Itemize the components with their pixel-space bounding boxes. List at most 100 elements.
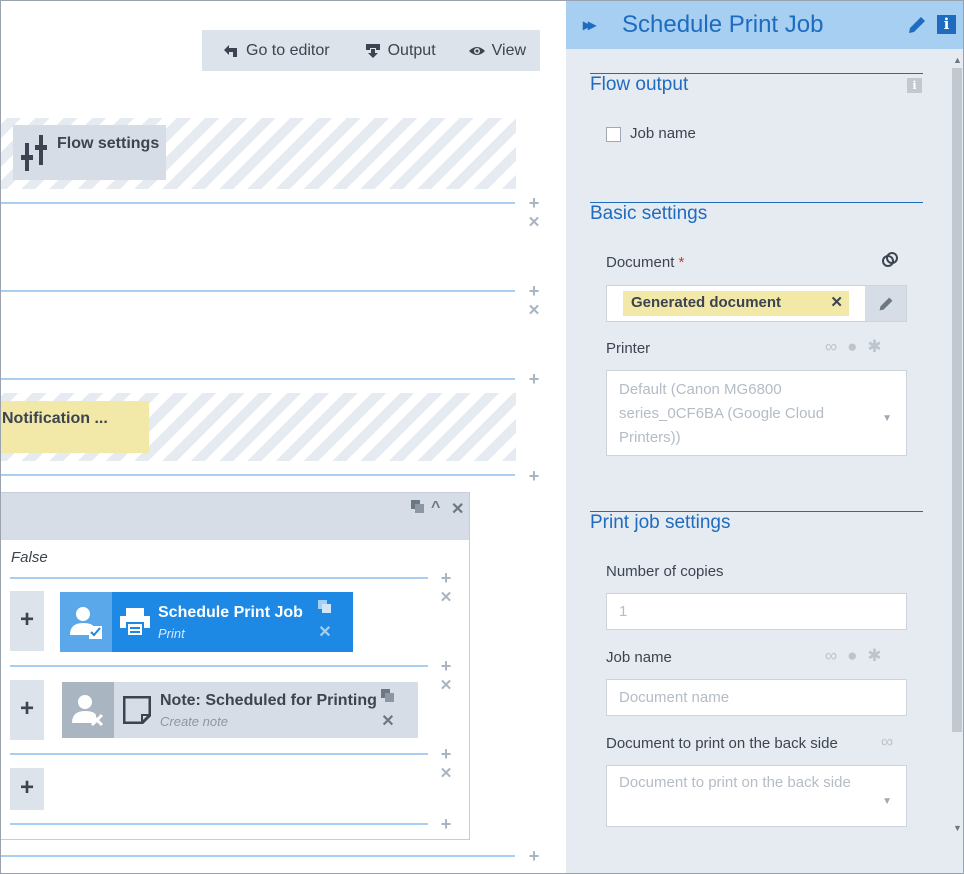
help-icon[interactable]: i: [907, 78, 922, 93]
remove-document-icon[interactable]: ✕: [830, 293, 843, 311]
chevron-down-icon: ▼: [882, 413, 892, 424]
canvas-toolbar: Go to editor Output View: [202, 30, 540, 71]
printer-value: Default (Canon MG6800 series_0CF6BA (Goo…: [619, 381, 825, 446]
add-step-button[interactable]: +: [10, 768, 44, 810]
view-label: View: [491, 41, 527, 59]
remove-icon[interactable]: ✕: [438, 678, 454, 694]
output-button[interactable]: Output: [330, 42, 436, 60]
section-divider: [590, 511, 923, 512]
collapse-panel-icon[interactable]: ▸▸: [583, 15, 603, 35]
connector-line: [1, 202, 515, 204]
info-icon[interactable]: i: [937, 15, 956, 34]
note-step[interactable]: Note: Scheduled for Printing Create note…: [62, 682, 418, 738]
add-step-button[interactable]: +: [10, 680, 44, 740]
back-side-select[interactable]: Document to print on the back side ▼: [606, 765, 907, 827]
add-step-icon[interactable]: +: [526, 194, 542, 212]
add-step-button[interactable]: +: [10, 591, 44, 651]
close-icon[interactable]: ✕: [451, 499, 464, 519]
section-divider: [590, 202, 923, 203]
delete-icon[interactable]: ✕: [318, 622, 331, 642]
remove-icon[interactable]: ✕: [526, 303, 542, 319]
connector-line: [1, 290, 515, 292]
copy-icon[interactable]: [411, 500, 425, 514]
job-name-field-icons: ∞ ● ✱: [825, 646, 882, 666]
asterisk-icon[interactable]: ✱: [867, 646, 881, 666]
panel-title: Schedule Print Job: [622, 11, 824, 38]
flow-settings-button[interactable]: Flow settings: [13, 125, 166, 180]
branch-label: False: [11, 549, 48, 566]
add-step-icon[interactable]: +: [526, 847, 542, 865]
document-chip-label: Generated document: [631, 294, 782, 311]
copies-placeholder: 1: [619, 603, 628, 620]
delete-icon[interactable]: ✕: [381, 711, 394, 731]
copies-input[interactable]: 1: [606, 593, 907, 630]
back-side-field-icons: ∞: [881, 732, 893, 752]
add-step-icon[interactable]: +: [526, 282, 542, 300]
printer-field-icons: ∞ ● ✱: [825, 337, 882, 357]
output-label: Output: [387, 41, 436, 59]
add-step-icon[interactable]: +: [526, 467, 542, 485]
add-step-icon[interactable]: +: [438, 569, 454, 587]
link-icon[interactable]: [881, 251, 899, 269]
sliders-icon: [21, 135, 47, 171]
connector-line: [10, 577, 428, 579]
add-step-icon[interactable]: +: [438, 745, 454, 763]
add-step-icon[interactable]: +: [438, 815, 454, 833]
chevron-down-icon: ▼: [882, 796, 892, 807]
scroll-up-icon[interactable]: ▲: [953, 55, 962, 65]
section-flow-output-title: Flow output: [590, 74, 689, 95]
connector-line: [10, 665, 428, 667]
step-subtitle: Print: [158, 626, 185, 641]
connector-line: [1, 474, 515, 476]
step-title: Schedule Print Job: [158, 604, 303, 621]
link-icon[interactable]: ∞: [825, 646, 837, 666]
scroll-down-icon[interactable]: ▼: [953, 823, 962, 833]
note-icon: [114, 682, 160, 738]
step-title: Note: Scheduled for Printing: [160, 692, 377, 709]
add-step-icon[interactable]: +: [526, 370, 542, 388]
go-to-editor-button[interactable]: Go to editor: [202, 42, 330, 60]
output-icon: [365, 43, 380, 58]
job-name-input[interactable]: Document name: [606, 679, 907, 716]
document-label: Document *: [606, 254, 684, 271]
remove-icon[interactable]: ✕: [526, 215, 542, 231]
job-name-checkbox-label: Job name: [630, 125, 696, 142]
user-approve-icon: [60, 592, 112, 652]
link-icon[interactable]: ∞: [825, 337, 837, 357]
job-name-checkbox[interactable]: [606, 127, 621, 142]
user-icon[interactable]: ●: [847, 337, 857, 357]
copy-icon[interactable]: [381, 689, 395, 703]
copies-label: Number of copies: [606, 563, 724, 580]
eye-icon: [468, 46, 485, 55]
section-basic-settings-title: Basic settings: [590, 203, 708, 224]
branch-header: ^ ✕: [1, 493, 469, 540]
schedule-print-job-step[interactable]: Schedule Print Job Print ✕: [60, 592, 353, 652]
pencil-icon[interactable]: [907, 15, 927, 35]
section-divider: [590, 73, 923, 74]
connector-line: [1, 378, 515, 380]
job-name-label: Job name: [606, 649, 672, 666]
copy-icon[interactable]: [318, 600, 332, 614]
printer-select[interactable]: Default (Canon MG6800 series_0CF6BA (Goo…: [606, 370, 907, 456]
asterisk-icon[interactable]: ✱: [867, 337, 881, 357]
view-button[interactable]: View: [436, 42, 526, 60]
user-reject-icon: [62, 682, 114, 738]
connector-line: [10, 753, 428, 755]
collapse-icon[interactable]: ^: [431, 499, 440, 517]
required-mark: *: [678, 254, 685, 271]
document-chip: Generated document ✕: [623, 291, 849, 316]
user-icon[interactable]: ●: [847, 646, 857, 666]
notification-step[interactable]: Notification ...: [1, 401, 149, 453]
section-print-job-settings-title: Print job settings: [590, 512, 731, 533]
scroll-thumb[interactable]: [952, 68, 962, 732]
notification-label: Notification ...: [2, 410, 108, 427]
remove-icon[interactable]: ✕: [438, 590, 454, 606]
edit-document-button[interactable]: [865, 286, 906, 321]
remove-icon[interactable]: ✕: [438, 766, 454, 782]
pencil-icon: [879, 297, 892, 310]
panel-scrollbar[interactable]: ▲ ▼: [951, 53, 963, 871]
add-step-icon[interactable]: +: [438, 657, 454, 675]
document-field[interactable]: Generated document ✕: [606, 285, 907, 322]
go-to-editor-label: Go to editor: [246, 41, 330, 59]
link-icon[interactable]: ∞: [881, 732, 893, 752]
